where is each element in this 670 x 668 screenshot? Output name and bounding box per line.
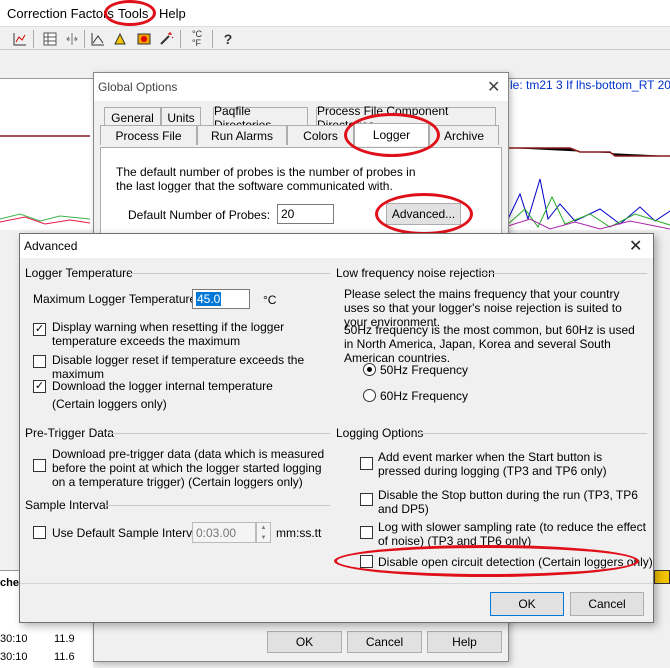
sample-interval-unit: mm:ss.tt [276, 526, 322, 540]
highlight-ring-advanced [375, 193, 473, 235]
pre-trigger-heading: Pre-Trigger Data [25, 426, 114, 440]
table-cell-value: 11.9 [54, 633, 75, 645]
tab-process-file[interactable]: Process File [100, 125, 197, 145]
table-cell-value: 11.6 [54, 651, 75, 663]
wand-icon[interactable] [156, 29, 176, 49]
highlight-ring-tools [104, 0, 156, 26]
logger-temperature-heading: Logger Temperature [25, 266, 133, 280]
highlight-icon[interactable] [110, 29, 130, 49]
global-help-button[interactable]: Help [427, 631, 502, 653]
tab-general[interactable]: General [104, 107, 161, 127]
menu-bar: Correction Factors Tools Help [0, 0, 670, 26]
sample-interval-heading: Sample Interval [25, 498, 109, 512]
highlight-ring-logger [344, 113, 440, 157]
slower-rate-checkbox[interactable] [360, 526, 373, 539]
noise-rejection-text2: 50Hz frequency is the most common, but 6… [344, 323, 635, 365]
disable-reset-label: Disable logger reset if temperature exce… [52, 353, 305, 381]
use-default-sample-label: Use Default Sample Interval [52, 526, 202, 540]
noise-rejection-heading: Low frequency noise rejection [336, 266, 495, 280]
warn-temperature-label: Display warning when resetting if the lo… [52, 320, 285, 348]
split-icon[interactable] [62, 29, 82, 49]
close-icon[interactable]: ✕ [487, 77, 500, 97]
sample-interval-input[interactable]: 0:03.00 [192, 522, 256, 543]
menu-correction-factors[interactable]: Correction Factors [7, 6, 114, 21]
tab-units[interactable]: Units [161, 107, 201, 127]
alarm-icon[interactable] [134, 29, 154, 49]
global-cancel-button[interactable]: Cancel [347, 631, 422, 653]
use-default-sample-checkbox[interactable] [33, 526, 46, 539]
download-temperature-note: (Certain loggers only) [52, 397, 167, 411]
radio-60hz-label: 60Hz Frequency [380, 389, 469, 403]
download-temperature-label: Download the logger internal temperature [52, 379, 273, 393]
table-icon[interactable] [40, 29, 60, 49]
event-marker-label: Add event marker when the Start button i… [378, 450, 607, 478]
radio-60hz[interactable] [363, 389, 376, 402]
probes-description: The default number of probes is the numb… [116, 165, 416, 193]
max-temperature-input[interactable]: 45.0 [192, 289, 250, 309]
table-cell-time: 30:10 [0, 633, 28, 645]
graph-icon[interactable] [88, 29, 108, 49]
event-marker-checkbox[interactable] [360, 457, 373, 470]
advanced-dialog: Advanced ✕ Logger Temperature Maximum Lo… [19, 233, 654, 623]
table-cell-time: 30:10 [0, 651, 28, 663]
disable-stop-label: Disable the Stop button during the run (… [378, 488, 638, 516]
menu-help[interactable]: Help [159, 6, 186, 21]
probes-label: Default Number of Probes: [128, 208, 271, 222]
global-ok-button[interactable]: OK [267, 631, 342, 653]
status-indicator [654, 570, 670, 584]
close-icon[interactable]: ✕ [629, 236, 642, 256]
plot-title: le: tm21 3 If lhs-bottom_RT 2020-0 [510, 78, 670, 92]
logging-options-heading: Logging Options [336, 426, 424, 440]
tab-run-alarms[interactable]: Run Alarms [197, 125, 287, 145]
temperature-unit: °C [263, 293, 277, 307]
disable-reset-checkbox[interactable] [33, 355, 46, 368]
radio-50hz[interactable] [363, 363, 376, 376]
download-temperature-checkbox[interactable]: ✓ [33, 380, 46, 393]
advanced-titlebar: Advanced ✕ [20, 234, 653, 258]
pre-trigger-checkbox[interactable] [33, 459, 46, 472]
pre-trigger-label: Download pre-trigger data (data which is… [52, 447, 325, 489]
tab-paqfile-directories[interactable]: Paqfile Directories [213, 104, 308, 132]
slower-rate-label: Log with slower sampling rate (to reduce… [378, 520, 646, 548]
advanced-ok-button[interactable]: OK [490, 592, 564, 616]
max-temperature-label: Maximum Logger Temperature: [33, 292, 200, 306]
radio-50hz-label: 50Hz Frequency [380, 363, 469, 377]
probes-input[interactable]: 20 [277, 204, 334, 224]
max-temperature-value: 45.0 [196, 292, 222, 306]
advanced-title: Advanced [24, 239, 78, 253]
help-question-icon[interactable]: ? [218, 29, 238, 49]
warn-temperature-checkbox[interactable]: ✓ [33, 323, 46, 336]
logger-tab-panel: The default number of probes is the numb… [100, 147, 502, 241]
sample-interval-spinner[interactable]: ▲ ▼ [256, 522, 271, 543]
global-options-titlebar: Global Options ✕ [94, 73, 508, 101]
disable-stop-checkbox[interactable] [360, 493, 373, 506]
highlight-ring-open-circuit [334, 545, 639, 577]
toolbar: °C °F ? [0, 26, 670, 50]
chart-icon[interactable] [10, 29, 30, 49]
global-options-title: Global Options [98, 80, 178, 94]
degrees-icon[interactable]: °C °F [187, 29, 207, 49]
advanced-cancel-button[interactable]: Cancel [570, 592, 644, 616]
